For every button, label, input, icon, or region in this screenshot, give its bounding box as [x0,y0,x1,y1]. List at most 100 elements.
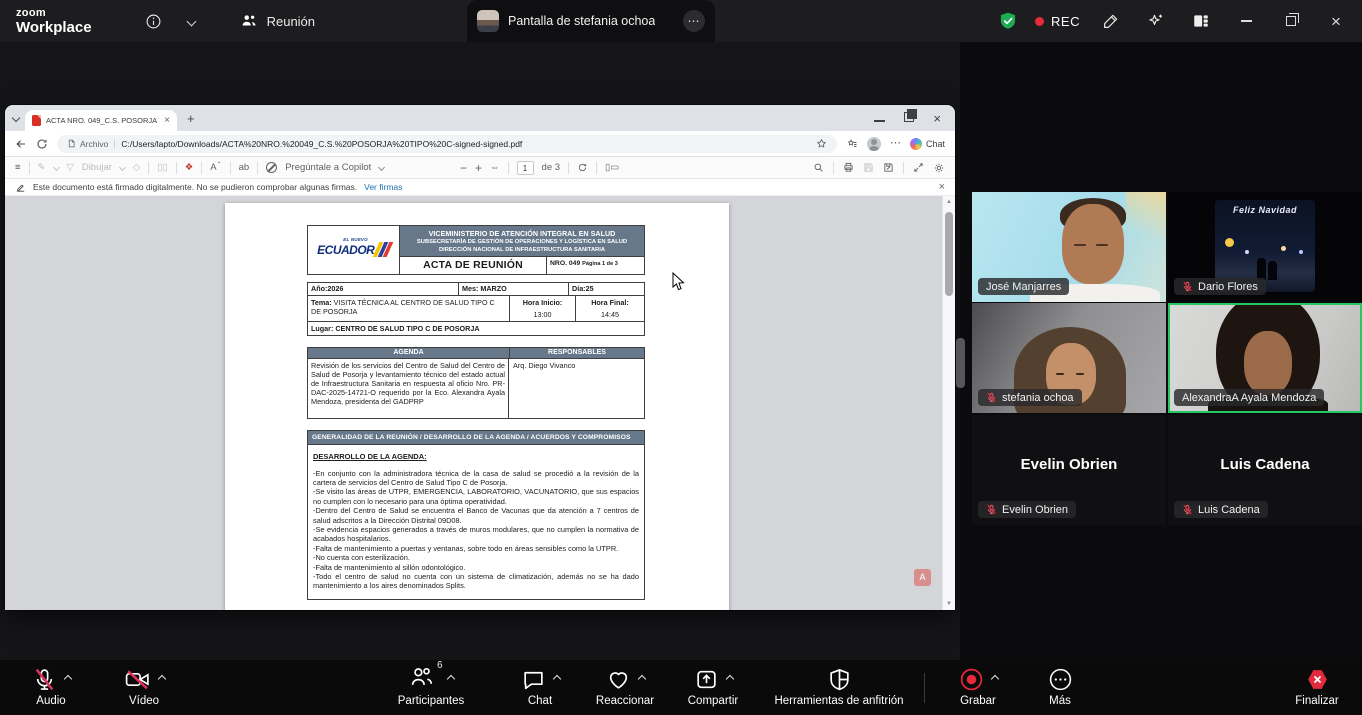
minimize-button[interactable] [1232,7,1260,35]
new-tab-button[interactable]: + [187,111,195,126]
browser-maximize-button[interactable] [904,109,914,127]
two-page-view-button[interactable]: ▯▯ [157,162,167,173]
zoom-in-button[interactable]: + [475,161,482,175]
tab-search-button[interactable] [13,115,19,121]
video-options-chevron[interactable] [157,675,165,683]
scrollbar-up-arrow[interactable]: ▲ [943,199,955,205]
browser-tab[interactable]: ACTA NRO. 049_C.S. POSORJA TIP × [25,110,177,131]
view-layout-button[interactable] [1187,7,1215,35]
annotation-button[interactable]: ❖ [185,162,194,173]
doc-header-line2: SUBSECRETARÍA DE GESTIÓN DE OPERACIONES … [404,239,640,245]
browser-window-controls: × [874,109,941,127]
text-selection-button[interactable]: ab [239,162,250,173]
draw-dropdown-icon[interactable] [119,164,126,171]
bookmark-star-icon[interactable] [816,138,827,149]
toc-button[interactable]: ≡ [15,162,21,173]
settings-gear-icon[interactable] [933,162,945,174]
scrollbar-down-arrow[interactable]: ▼ [943,601,955,607]
rotate-icon[interactable] [577,162,588,173]
ask-copilot-button[interactable]: Pregúntale a Copilot [285,162,371,173]
view-signatures-link[interactable]: Ver firmas [364,182,402,192]
zoom-meeting-window: zoom Workplace Reunión Pantalla de stefa… [0,0,1362,715]
titlebar-dropdown-button[interactable] [178,7,206,35]
doc-general-header: GENERALIDAD DE LA REUNIÓN / DESARROLLO D… [308,431,644,445]
meeting-info-button[interactable] [140,7,168,35]
acrobat-overlay-icon[interactable]: A [914,569,931,586]
share-button[interactable]: Compartir [673,666,753,707]
read-aloud-button[interactable]: A⌃ [210,161,221,173]
tab-close-button[interactable]: × [164,115,170,126]
doc-body-line: -Se visito las áreas de UTPR, EMERGENCIA… [313,487,639,506]
participants-button[interactable]: 6 Participantes [385,666,477,707]
copilot-pdf-icon [266,162,277,173]
highlighter-button[interactable]: ✎ [38,162,46,173]
doc-body-text: -En conjunto con la administradora técni… [313,469,639,591]
audio-button[interactable]: Audio [15,666,87,707]
copilot-chat-button[interactable]: Chat [910,138,945,150]
doc-body-line: -Se evidencia espacios generados a travé… [313,525,639,544]
save-as-icon[interactable] [883,162,894,173]
toolbar-divider [924,673,925,703]
save-icon[interactable] [863,162,874,173]
fit-width-button[interactable]: ⇔ [490,162,500,173]
tab-screen-share[interactable]: Pantalla de stefania ochoa ⋯ [467,0,715,42]
more-button[interactable]: Más [1030,666,1090,707]
record-options-chevron[interactable] [990,675,998,683]
file-icon [67,139,76,148]
tab-meeting[interactable]: Reunión [240,12,315,30]
participant-tile[interactable]: Feliz Navidad Dario Flores [1168,192,1362,302]
close-button[interactable]: × [1322,7,1350,35]
rec-dot-icon [1035,17,1044,26]
participant-tile[interactable]: Luis Cadena Luis Cadena [1168,415,1362,525]
draw-shape-icon[interactable]: ▽ [67,162,74,173]
zoom-out-button[interactable]: − [460,161,467,175]
address-bar[interactable]: Archivo C:/Users/lapto/Downloads/ACTA%20… [57,135,837,153]
layout-panels-icon [1192,12,1210,30]
participant-tile-active-speaker[interactable]: AlexandraA Ayala Mendoza [1168,303,1362,413]
video-button[interactable]: Vídeo [108,666,180,707]
banner-close-button[interactable]: × [939,181,945,193]
draw-button-label[interactable]: Dibujar [82,162,112,173]
collections-button[interactable] [846,138,858,150]
share-options-chevron[interactable] [725,675,733,683]
profile-button[interactable] [867,137,881,151]
participants-count-badge: 6 [437,660,443,671]
search-icon[interactable] [813,162,824,173]
record-button[interactable]: Grabar [940,666,1016,707]
chat-options-chevron[interactable] [552,675,560,683]
browser-close-button[interactable]: × [933,112,941,125]
participant-tile[interactable]: Evelin Obrien Evelin Obrien [972,415,1166,525]
participant-name: AlexandraA Ayala Mendoza [1182,392,1316,404]
host-tools-button[interactable]: Herramientas de anfitrión [754,666,924,707]
page-number-input[interactable]: 1 [517,161,534,175]
copilot-dropdown-icon[interactable] [378,164,385,171]
pdf-viewport[interactable]: EL NUEVO ECUADOR VICEMINISTERIO DE ATENC… [5,196,955,610]
desktop-scrollbar-thumb[interactable] [956,338,965,388]
react-options-chevron[interactable] [637,675,645,683]
participant-tile[interactable]: José Manjarres [972,192,1166,302]
eraser-button[interactable]: ◇ [133,162,140,173]
pdf-scrollbar[interactable]: ▲ ▼ [942,196,955,610]
tab-options-button[interactable]: ⋯ [683,10,705,32]
participant-tile[interactable]: stefania ochoa [972,303,1166,413]
end-meeting-button[interactable]: Finalizar [1281,666,1353,707]
participants-options-chevron[interactable] [446,675,454,683]
chevron-down-icon [187,16,197,26]
audio-options-chevron[interactable] [63,675,71,683]
react-button[interactable]: Reaccionar [585,666,665,707]
annotate-button[interactable] [1097,7,1125,35]
security-shield-icon[interactable] [998,11,1018,31]
fullscreen-icon[interactable] [913,162,924,173]
maximize-button[interactable] [1277,7,1305,35]
ai-companion-button[interactable] [1142,7,1170,35]
back-button[interactable] [15,138,27,150]
scrollbar-thumb[interactable] [945,212,953,296]
chat-button[interactable]: Chat [505,666,575,707]
refresh-button[interactable] [36,138,48,150]
browser-minimize-button[interactable] [874,109,885,127]
zoom-titlebar: zoom Workplace Reunión Pantalla de stefa… [0,0,1362,42]
highlighter-dropdown-icon[interactable] [52,164,59,171]
print-icon[interactable] [843,162,854,173]
page-view-button[interactable]: ▯▭ [605,162,619,173]
browser-menu-button[interactable]: ⋯ [890,138,901,149]
